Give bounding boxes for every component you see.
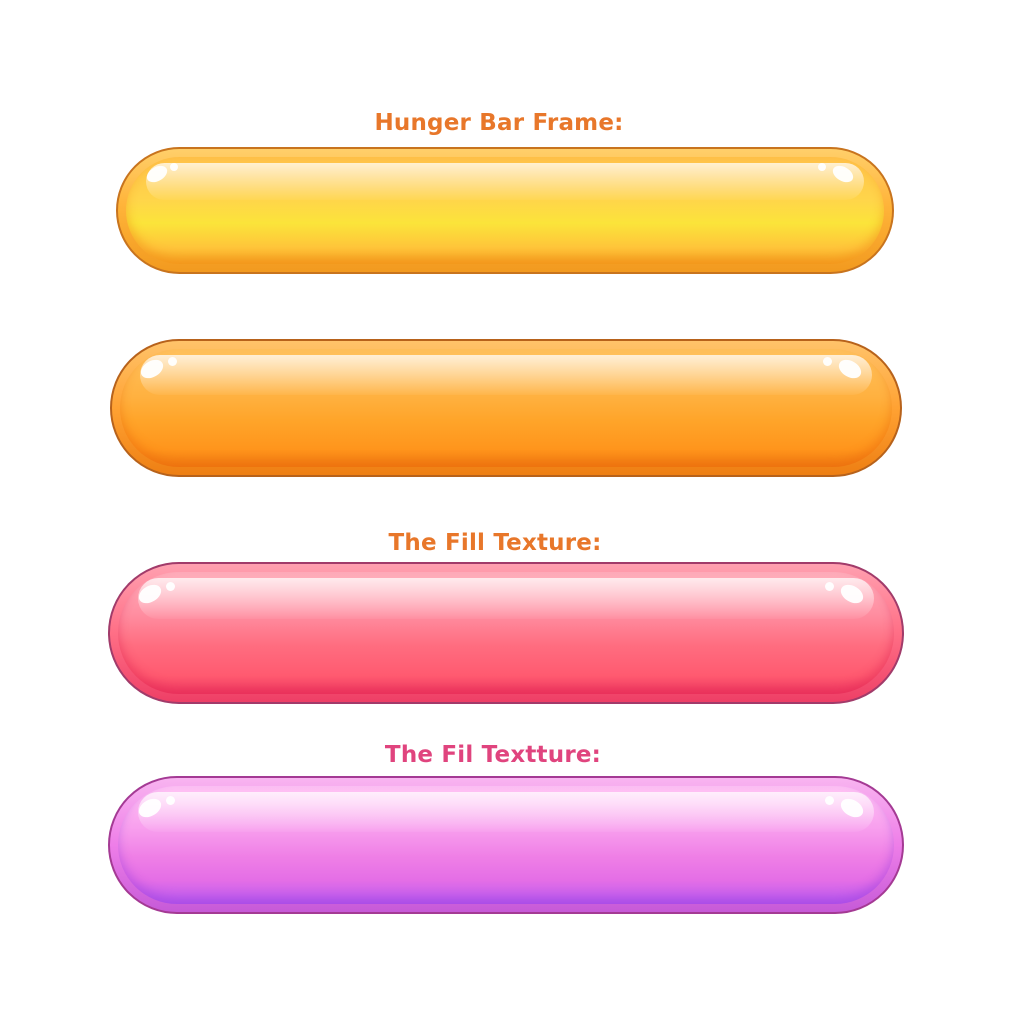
bar-gloss <box>146 163 864 200</box>
fill-texture-purple <box>108 776 904 914</box>
bar-gloss <box>138 578 874 620</box>
bar-gloss <box>140 355 872 396</box>
bar-gloss <box>138 792 874 833</box>
hunger-bar-frame-orange <box>110 339 902 477</box>
highlight-dot <box>825 582 834 591</box>
highlight-dot <box>170 163 178 171</box>
highlight-dot <box>166 796 175 805</box>
highlight-dot <box>823 357 832 366</box>
fill-texture-label: The Fill Texture: <box>388 530 602 556</box>
fill-texture-pink <box>108 562 904 704</box>
highlight-dot <box>166 582 175 591</box>
highlight-dot <box>825 796 834 805</box>
highlight-dot <box>818 163 826 171</box>
hunger-bar-frame-yellow <box>116 147 894 274</box>
hunger-bar-frame-label: Hunger Bar Frame: <box>374 110 624 136</box>
fill-texture-label-2: The Fil Textture: <box>384 742 602 768</box>
asset-sheet: Hunger Bar Frame: The Fill Texture: The … <box>0 0 1024 1024</box>
highlight-dot <box>168 357 177 366</box>
